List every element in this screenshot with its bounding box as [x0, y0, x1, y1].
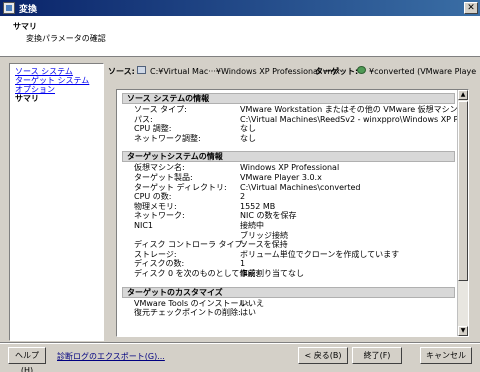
row-value: 接続中 [240, 220, 264, 230]
row-value: 1 [240, 259, 246, 269]
row-key: NIC1 [134, 220, 154, 230]
row-value: なし [240, 124, 256, 134]
footer-divider [0, 342, 480, 344]
vertical-scrollbar[interactable]: ▲ ▼ [457, 90, 468, 336]
close-button[interactable]: ✕ [464, 2, 478, 14]
cancel-button[interactable]: キャンセル [420, 347, 472, 364]
scroll-down-arrow-icon[interactable]: ▼ [458, 326, 468, 336]
section-header: ターゲットシステムの情報 [122, 151, 455, 163]
row-value: NIC の数を保存 [240, 211, 297, 221]
row-key: 復元チェックポイントの削除: [134, 308, 241, 318]
row-key: ソース タイプ: [134, 105, 187, 114]
section-header: ソース システムの情報 [122, 93, 455, 104]
row-key: CPU の数: [134, 192, 172, 202]
nav-item-options[interactable]: オプション [15, 85, 98, 94]
row-value: なし [240, 133, 256, 143]
finish-button[interactable]: 終了(F) [352, 347, 402, 364]
nav-item-target-system[interactable]: ターゲット システム [15, 76, 98, 85]
row-key: 仮想マシン名: [134, 163, 185, 173]
row-value: ボリューム単位でクローンを作成しています [240, 249, 400, 259]
row-key: CPU 調整: [134, 124, 172, 134]
computer-icon [137, 66, 146, 74]
back-button[interactable]: < 戻る(B) [298, 347, 348, 364]
vm-icon [357, 66, 366, 74]
title-bar: 変換 ✕ [0, 0, 480, 16]
summary-row: 仮想マシン名: Windows XP Professional [122, 163, 455, 173]
summary-row: ストレージ: ボリューム単位でクローンを作成しています [122, 250, 455, 260]
summary-row: ターゲット製品: VMware Player 3.0.x [122, 173, 455, 183]
target-value: ¥converted (VMware Player [369, 67, 476, 76]
row-value: Windows XP Professional [240, 163, 340, 173]
scroll-up-arrow-icon[interactable]: ▲ [458, 90, 468, 100]
summary-row: 復元チェックポイントの削除: はい [122, 308, 455, 318]
summary-row: 物理メモリ: 1552 MB [122, 202, 455, 212]
summary-row: ソース タイプ: VMware Workstation またはその他の VMwar… [122, 105, 458, 115]
row-value: ソースを保持 [240, 240, 288, 250]
nav-item-summary-current: サマリ [15, 94, 39, 103]
row-value: いいえ [240, 298, 264, 308]
summary-row: ネットワーク: NIC の数を保存 [122, 211, 455, 221]
row-value: 事前割り当てなし [240, 268, 304, 278]
app-icon [3, 2, 15, 14]
page-title: サマリ [13, 22, 37, 31]
page-subtitle: 変換パラメータの確認 [26, 34, 106, 43]
summary-row: ターゲット ディレクトリ: C:\Virtual Machines\convert… [122, 183, 455, 193]
row-key: ディスクの数: [134, 259, 185, 269]
row-value: VMware Player 3.0.x [240, 172, 322, 182]
summary-row: NIC1 接続中 [122, 221, 455, 231]
row-key: パス: [134, 114, 153, 124]
summary-row: VMware Tools のインストール: いいえ [122, 299, 455, 309]
row-value: C:\Virtual Machines\converted [240, 182, 361, 192]
row-key: ネットワーク: [134, 211, 185, 221]
row-key: VMware Tools のインストール: [134, 298, 250, 308]
scrollbar-thumb[interactable] [458, 101, 468, 281]
page-header: サマリ 変換パラメータの確認 [0, 16, 480, 57]
row-key: 物理メモリ: [134, 201, 177, 211]
row-value: ブリッジ接続 [240, 230, 288, 240]
source-value: C:¥Virtual Mac···¥Windows XP Professiona… [150, 67, 340, 76]
row-value: 2 [240, 192, 246, 202]
row-key: ターゲット製品: [134, 172, 193, 182]
window-title: 変換 [19, 5, 38, 15]
wizard-nav: ソース システム ターゲット システム オプション サマリ [9, 63, 104, 341]
row-key: ディスク コントローラ タイプ: [134, 240, 246, 250]
source-label: ソース: [108, 67, 135, 76]
row-key: ターゲット ディレクトリ: [134, 182, 227, 192]
nav-item-source-system[interactable]: ソース システム [15, 67, 98, 76]
row-key: ストレージ: [134, 249, 177, 259]
summary-row: ディスクの数: 1 [122, 259, 455, 269]
row-key: ネットワーク調整: [134, 133, 201, 143]
row-value: 1552 MB [240, 201, 276, 211]
summary-row: ブリッジ接続 [122, 231, 455, 241]
summary-row: パス: C:\Virtual Machines\ReedSv2 - winxppr… [122, 114, 468, 125]
row-value: はい [240, 308, 256, 318]
summary-row: CPU の数: 2 [122, 192, 455, 202]
row-value: VMware Workstation またはその他の VMware 仮想マシン [240, 105, 458, 114]
summary-content: ソース システムの情報 ソース タイプ: VMware Workstation ま… [122, 93, 468, 326]
summary-row: CPU 調整: なし [122, 124, 455, 134]
row-value: C:\Virtual Machines\ReedSv2 - winxppro\W… [240, 114, 469, 124]
source-target-bar: ソース: C:¥Virtual Mac···¥Windows XP Profes… [108, 66, 476, 78]
summary-row: ディスク コントローラ タイプ: ソースを保持 [122, 240, 455, 250]
summary-row: ネットワーク調整: なし [122, 134, 455, 144]
source-system-section: ソース システムの情報 ソース タイプ: VMware Workstation ま… [122, 93, 468, 144]
target-label: ターゲット: [315, 67, 359, 76]
section-header: ターゲットのカスタマイズ [122, 286, 455, 298]
help-button[interactable]: ヘルプ(H) [8, 347, 46, 372]
summary-row: ディスク 0 を次のものとして作成: 事前割り当てなし [122, 269, 455, 279]
target-system-section: ターゲットシステムの情報 仮想マシン名: Windows XP Professio… [122, 151, 455, 278]
summary-panel[interactable]: ソース システムの情報 ソース タイプ: VMware Workstation ま… [116, 89, 469, 337]
export-logs-link[interactable]: 診断ログのエクスポート(G)... [57, 351, 165, 362]
target-customization-section: ターゲットのカスタマイズ VMware Tools のインストール: いいえ 復元… [122, 286, 455, 318]
